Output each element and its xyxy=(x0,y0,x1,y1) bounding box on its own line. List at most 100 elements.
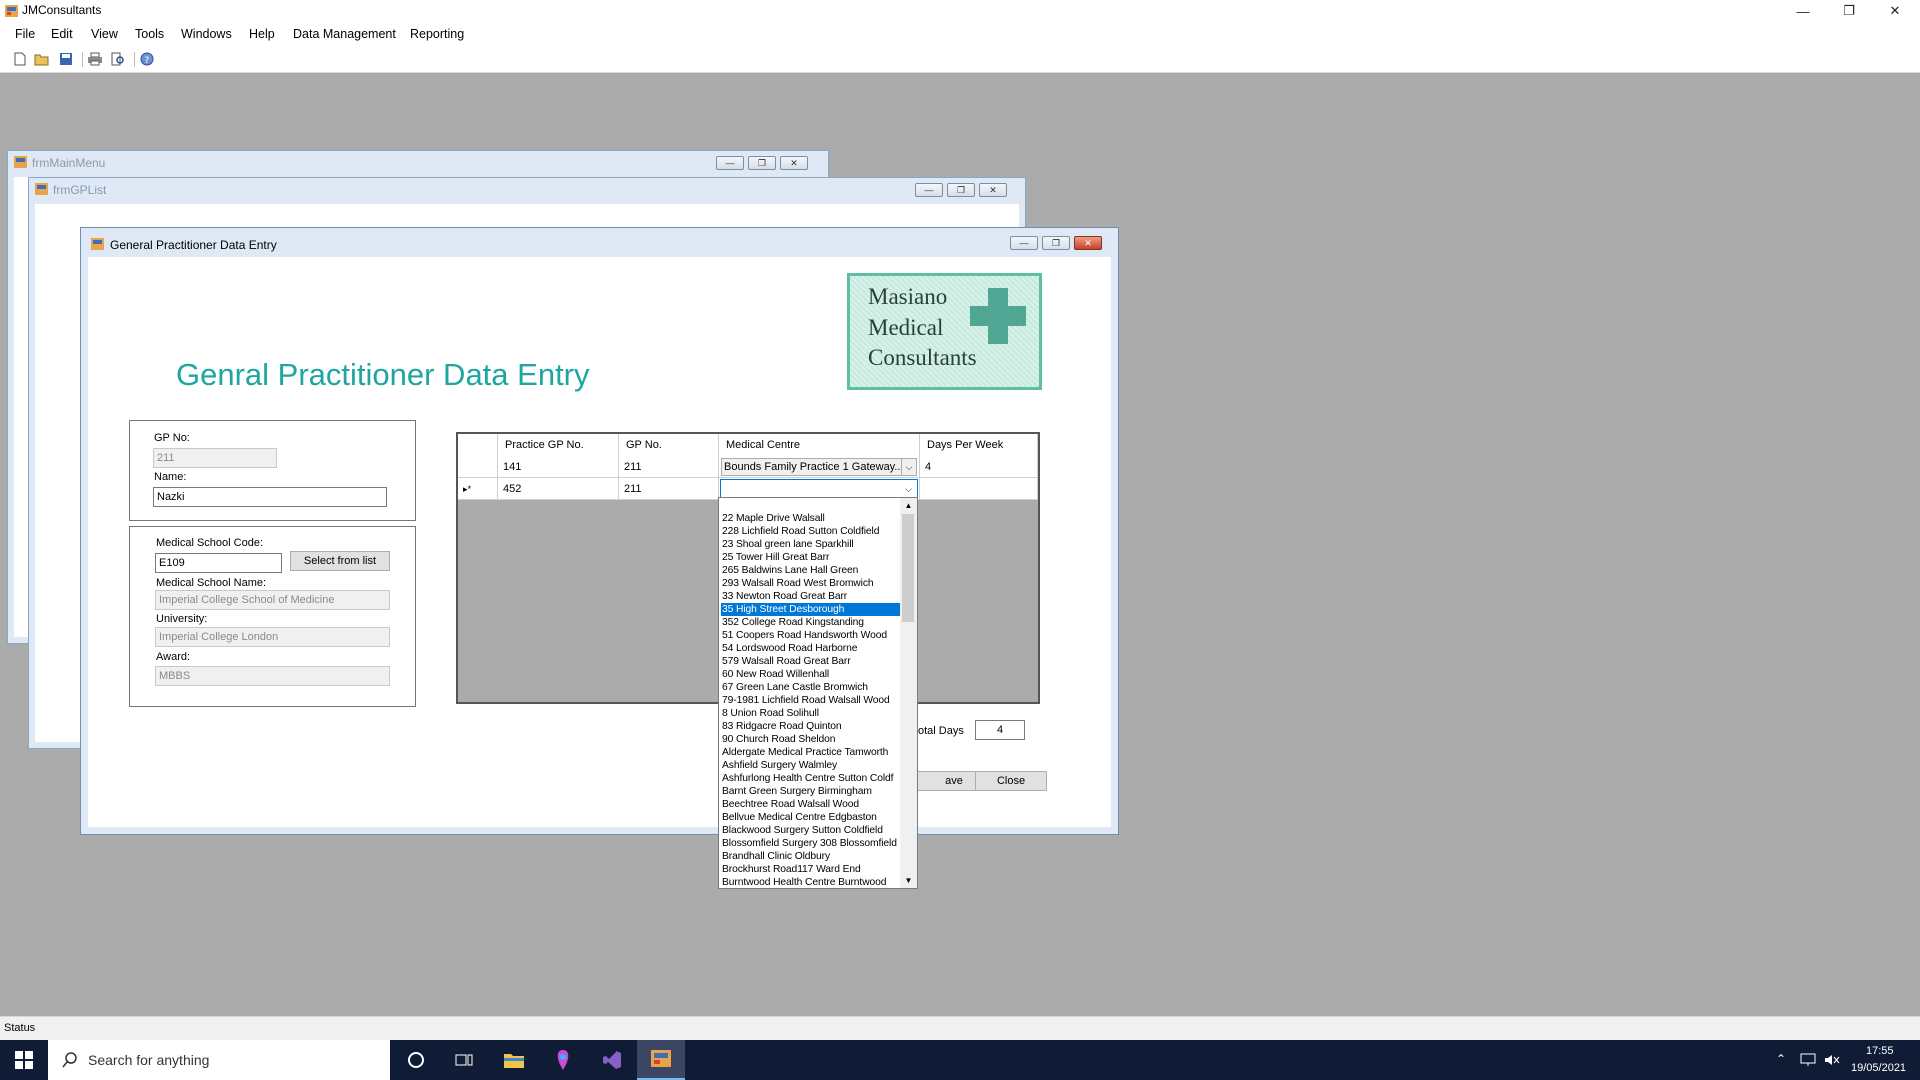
start-button[interactable] xyxy=(0,1040,48,1080)
table-cell[interactable]: 141 xyxy=(498,456,619,478)
dropdown-option[interactable]: 293 Walsall Road West Bromwich xyxy=(721,577,901,590)
chevron-down-icon[interactable]: ⌵ xyxy=(901,481,916,497)
restore-button[interactable]: ❐ xyxy=(1826,0,1872,22)
table-cell[interactable]: 211 xyxy=(619,478,719,500)
menu-view[interactable]: View xyxy=(91,27,118,41)
close-form-button[interactable]: Close xyxy=(975,771,1047,791)
dropdown-option[interactable]: 54 Lordswood Road Harborne xyxy=(721,642,901,655)
minimize-button[interactable]: — xyxy=(1780,0,1826,22)
maximize-icon[interactable]: ❐ xyxy=(1042,236,1070,250)
dropdown-option[interactable]: 51 Coopers Road Handsworth Wood xyxy=(721,629,901,642)
dropdown-option[interactable]: 23 Shoal green lane Sparkhill xyxy=(721,538,901,551)
visual-studio-icon[interactable] xyxy=(588,1040,636,1080)
dropdown-option[interactable]: 79-1981 Lichfield Road Walsall Wood xyxy=(721,694,901,707)
maximize-icon[interactable]: ❐ xyxy=(748,156,776,170)
new-icon[interactable] xyxy=(11,50,29,68)
dropdown-option[interactable]: Ashfield Surgery Walmley xyxy=(721,759,901,772)
menu-file[interactable]: File xyxy=(15,27,35,41)
dropdown-scrollbar[interactable]: ▲ ▼ xyxy=(900,498,917,888)
taskbar-search[interactable]: Search for anything xyxy=(48,1040,390,1080)
select-from-list-button[interactable]: Select from list xyxy=(290,551,390,571)
tray-chevron-icon[interactable]: ⌃ xyxy=(1776,1052,1786,1066)
dropdown-option[interactable]: Aldergate Medical Practice Tamworth xyxy=(721,746,901,759)
gp-no-field[interactable]: 211 xyxy=(153,448,277,468)
dropdown-option[interactable]: Brockhurst Road117 Ward End xyxy=(721,863,901,876)
menu-windows[interactable]: Windows xyxy=(181,27,232,41)
maximize-icon[interactable]: ❐ xyxy=(947,183,975,197)
university-field[interactable]: Imperial College London xyxy=(155,627,390,647)
minimize-icon[interactable]: — xyxy=(915,183,943,197)
table-cell[interactable] xyxy=(920,478,1038,500)
menu-data-management[interactable]: Data Management xyxy=(293,27,396,41)
minimize-icon[interactable]: — xyxy=(1010,236,1038,250)
dropdown-option[interactable]: 60 New Road Willenhall xyxy=(721,668,901,681)
chevron-down-icon[interactable]: ⌵ xyxy=(901,459,916,475)
column-header[interactable]: Days Per Week xyxy=(920,434,1038,456)
dropdown-option[interactable]: 83 Ridgacre Road Quinton xyxy=(721,720,901,733)
medical-centre-dropdown-list[interactable]: 22 Maple Drive Walsall 228 Lichfield Road… xyxy=(718,497,918,889)
gp-data-entry-window[interactable]: General Practitioner Data Entry — ❐ ✕ Ge… xyxy=(80,227,1119,835)
table-cell[interactable]: 4 xyxy=(920,456,1038,478)
column-header[interactable]: Practice GP No. xyxy=(498,434,619,456)
scroll-up-icon[interactable]: ▲ xyxy=(900,498,917,513)
clock-date[interactable]: 19/05/2021 xyxy=(1851,1062,1906,1074)
dropdown-option[interactable]: 90 Church Road Sheldon xyxy=(721,733,901,746)
open-icon[interactable] xyxy=(33,50,51,68)
close-icon[interactable]: ✕ xyxy=(780,156,808,170)
dropdown-option[interactable]: 33 Newton Road Great Barr xyxy=(721,590,901,603)
scroll-thumb[interactable] xyxy=(902,514,914,622)
save-button[interactable]: ave xyxy=(908,771,980,791)
new-row-indicator[interactable]: ▸* xyxy=(458,478,498,500)
task-view-icon[interactable] xyxy=(440,1040,488,1080)
print-preview-icon[interactable] xyxy=(109,50,127,68)
close-button[interactable]: ✕ xyxy=(1872,0,1918,22)
clock-time[interactable]: 17:55 xyxy=(1866,1045,1894,1057)
dropdown-option[interactable]: Bellvue Medical Centre Edgbaston xyxy=(721,811,901,824)
table-cell[interactable]: 211 xyxy=(619,456,719,478)
dropdown-option[interactable]: 8 Union Road Solihull xyxy=(721,707,901,720)
dropdown-option[interactable]: Beechtree Road Walsall Wood xyxy=(721,798,901,811)
medical-centre-combo[interactable]: Bounds Family Practice 1 Gateway... ⌵ xyxy=(719,456,920,478)
jmconsultants-taskbar-icon[interactable] xyxy=(637,1040,685,1080)
cortana-icon[interactable] xyxy=(392,1040,440,1080)
dropdown-option[interactable]: Barnt Green Surgery Birmingham xyxy=(721,785,901,798)
dropdown-option[interactable]: 265 Baldwins Lane Hall Green xyxy=(721,564,901,577)
dropdown-option[interactable]: Blossomfield Surgery 308 Blossomfield xyxy=(721,837,901,850)
volume-muted-icon[interactable] xyxy=(1824,1053,1840,1067)
close-icon[interactable]: ✕ xyxy=(1074,236,1102,250)
print-icon[interactable] xyxy=(86,50,104,68)
menu-reporting[interactable]: Reporting xyxy=(410,27,464,41)
table-cell[interactable]: 452 xyxy=(498,478,619,500)
dropdown-option[interactable]: Brandhall Clinic Oldbury xyxy=(721,850,901,863)
dropdown-option[interactable]: Burntwood Health Centre Burntwood xyxy=(721,876,901,889)
menu-help[interactable]: Help xyxy=(249,27,275,41)
school-name-field[interactable]: Imperial College School of Medicine xyxy=(155,590,390,610)
help-icon[interactable]: ? xyxy=(138,50,156,68)
save-icon[interactable] xyxy=(57,50,75,68)
row-header[interactable] xyxy=(458,456,498,478)
total-days-field[interactable]: 4 xyxy=(975,720,1025,740)
dropdown-option[interactable]: Ashfurlong Health Centre Sutton Coldf xyxy=(721,772,901,785)
scroll-down-icon[interactable]: ▼ xyxy=(900,873,917,888)
menu-tools[interactable]: Tools xyxy=(135,27,164,41)
dropdown-option[interactable]: 25 Tower Hill Great Barr xyxy=(721,551,901,564)
column-header[interactable]: GP No. xyxy=(619,434,719,456)
dropdown-option[interactable]: 579 Walsall Road Great Barr xyxy=(721,655,901,668)
minimize-icon[interactable]: — xyxy=(716,156,744,170)
close-icon[interactable]: ✕ xyxy=(979,183,1007,197)
network-icon[interactable] xyxy=(1800,1053,1816,1067)
dropdown-option[interactable]: Blackwood Surgery Sutton Coldfield xyxy=(721,824,901,837)
award-field[interactable]: MBBS xyxy=(155,666,390,686)
dropdown-option[interactable]: 67 Green Lane Castle Bromwich xyxy=(721,681,901,694)
file-explorer-icon[interactable] xyxy=(490,1040,538,1080)
dropdown-option[interactable]: 22 Maple Drive Walsall xyxy=(721,512,901,525)
menu-edit[interactable]: Edit xyxy=(51,27,73,41)
column-header[interactable]: Medical Centre xyxy=(719,434,920,456)
dropdown-option[interactable]: 352 College Road Kingstanding xyxy=(721,616,901,629)
dropdown-option[interactable]: 228 Lichfield Road Sutton Coldfield xyxy=(721,525,901,538)
school-code-field[interactable]: E109 xyxy=(155,553,282,573)
browser-icon[interactable] xyxy=(539,1040,587,1080)
combo-value[interactable] xyxy=(720,479,918,499)
table-row[interactable]: 141 211 Bounds Family Practice 1 Gateway… xyxy=(458,456,1038,478)
name-field[interactable]: Nazki xyxy=(153,487,387,507)
